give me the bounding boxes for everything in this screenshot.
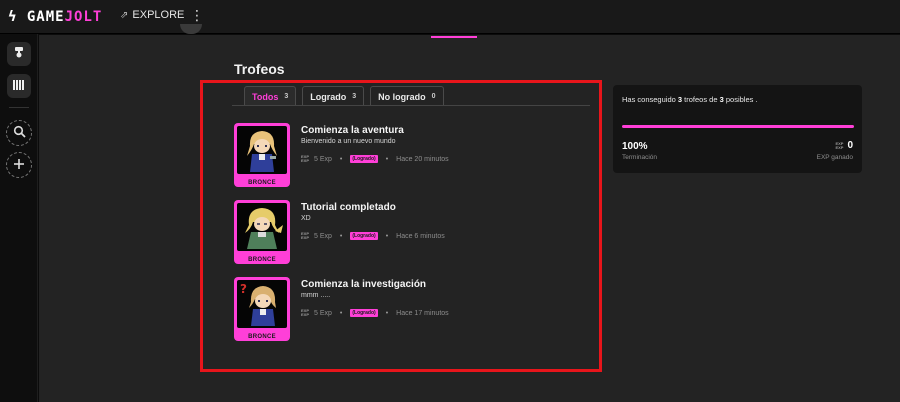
exp-earned-value: 0	[847, 140, 853, 151]
bolt-icon: ϟ	[8, 9, 18, 25]
summary-suffix: posibles .	[725, 95, 758, 104]
completion-label: Terminación	[622, 154, 658, 161]
sidebar-search-button[interactable]	[6, 120, 32, 146]
achieved-count: 3	[677, 95, 683, 104]
left-sidebar	[0, 34, 38, 402]
trophy-summary-card: Has conseguido 3 trofeos de 3 posibles .…	[613, 85, 862, 173]
sidebar-add-button[interactable]	[6, 152, 32, 178]
exp-icon: EXP EXP	[835, 140, 844, 150]
explore-label: EXPLORE	[132, 9, 185, 21]
game-controller-icon	[13, 46, 25, 63]
highlight-annotation-box	[200, 80, 602, 372]
add-icon	[13, 158, 25, 173]
exp-earned: EXP EXP 0	[835, 140, 853, 151]
summary-prefix: Has conseguido	[622, 95, 676, 104]
sidebar-game-button[interactable]	[7, 42, 31, 66]
page-title: Trofeos	[234, 61, 285, 77]
top-navbar: ϟ GAMEJOLT ⇗ EXPLORE ⋮	[0, 0, 900, 34]
gamejolt-logo[interactable]: ϟ GAMEJOLT	[8, 9, 102, 25]
completion-progress-bar	[622, 125, 854, 128]
more-menu-button[interactable]: ⋮	[190, 8, 204, 22]
logo-text-jolt: JOLT	[64, 9, 103, 25]
sidebar-divider	[9, 107, 29, 108]
active-section-indicator	[431, 36, 477, 38]
total-count: 3	[719, 95, 724, 104]
compass-icon: ⇗	[120, 10, 129, 21]
summary-middle: trofeos de	[684, 95, 718, 104]
completion-progress-fill	[622, 125, 854, 128]
search-icon	[13, 125, 26, 141]
sidebar-library-button[interactable]	[7, 74, 31, 98]
library-icon	[12, 78, 26, 95]
summary-text: Has conseguido 3 trofeos de 3 posibles .	[622, 95, 758, 104]
exp-earned-label: EXP ganado	[816, 154, 853, 161]
explore-link[interactable]: ⇗ EXPLORE	[120, 9, 184, 21]
completion-percent: 100%	[622, 141, 648, 152]
vertical-dots-icon: ⋮	[190, 7, 204, 23]
logo-text-game: GAME	[26, 9, 65, 25]
